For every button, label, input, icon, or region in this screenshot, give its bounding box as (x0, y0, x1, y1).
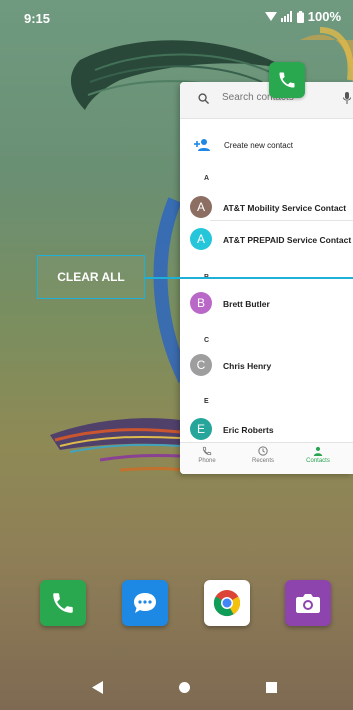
dock-phone-app[interactable] (40, 580, 86, 626)
tab-contacts[interactable]: Contacts (298, 446, 338, 464)
create-new-contact[interactable]: Create new contact (180, 132, 353, 160)
callout-line (145, 277, 353, 279)
phone-icon (53, 593, 73, 613)
navigation-bar (0, 665, 353, 710)
wifi-icon (264, 11, 277, 21)
phone-icon (202, 446, 212, 456)
bottom-tab-bar: Phone Recents Contacts (180, 442, 353, 474)
contact-avatar: C (190, 354, 212, 376)
clock-icon (258, 446, 268, 456)
search-icon (198, 93, 209, 104)
chrome-icon (213, 590, 241, 617)
person-icon (313, 446, 323, 456)
tab-phone[interactable]: Phone (190, 446, 224, 464)
recent-app-phone-icon[interactable] (269, 62, 305, 98)
contact-avatar: B (190, 292, 212, 314)
dock-chrome-app[interactable] (204, 580, 250, 626)
battery-icon (296, 10, 304, 23)
status-icons: 100% (264, 9, 341, 24)
tab-phone-label: Phone (198, 458, 216, 464)
status-bar: 9:15 100% (0, 0, 353, 34)
phone-icon (279, 72, 295, 88)
tab-recents[interactable]: Recents (244, 446, 282, 464)
home-icon[interactable] (179, 682, 190, 693)
contact-name: Chris Henry (223, 361, 272, 371)
search-bar[interactable] (180, 82, 353, 119)
contact-row[interactable]: A AT&T PREPAID Service Contact (180, 228, 353, 256)
contact-avatar: A (190, 228, 212, 250)
tab-recents-label: Recents (251, 458, 274, 464)
add-person-icon (194, 139, 210, 151)
contact-name: Brett Butler (223, 299, 270, 309)
contact-name: AT&T PREPAID Service Contact (223, 235, 352, 245)
contact-name: Eric Roberts (223, 425, 274, 435)
signal-icon (280, 11, 292, 22)
section-letter-c: C (204, 337, 210, 344)
contact-row[interactable]: C Chris Henry (180, 354, 353, 382)
dock-camera-app[interactable] (285, 580, 331, 626)
chat-bubble-icon (134, 593, 156, 613)
camera-icon (296, 594, 320, 613)
section-letter-e: E (204, 398, 209, 405)
tab-contacts-label: Contacts (306, 458, 330, 464)
divider (210, 220, 353, 221)
recents-icon[interactable] (266, 682, 277, 693)
status-time: 9:15 (24, 11, 51, 26)
contact-avatar: A (190, 196, 212, 218)
dock-messages-app[interactable] (122, 580, 168, 626)
section-letter-a: A (204, 175, 210, 182)
create-contact-label: Create new contact (224, 141, 293, 150)
contact-avatar: E (190, 418, 212, 440)
contact-row[interactable]: B Brett Butler (180, 292, 353, 320)
clear-all-button[interactable]: CLEAR ALL (37, 255, 145, 299)
mic-icon[interactable] (343, 92, 351, 104)
battery-percent: 100% (307, 9, 341, 24)
contact-name: AT&T Mobility Service Contact (223, 203, 347, 213)
back-icon[interactable] (92, 681, 104, 694)
